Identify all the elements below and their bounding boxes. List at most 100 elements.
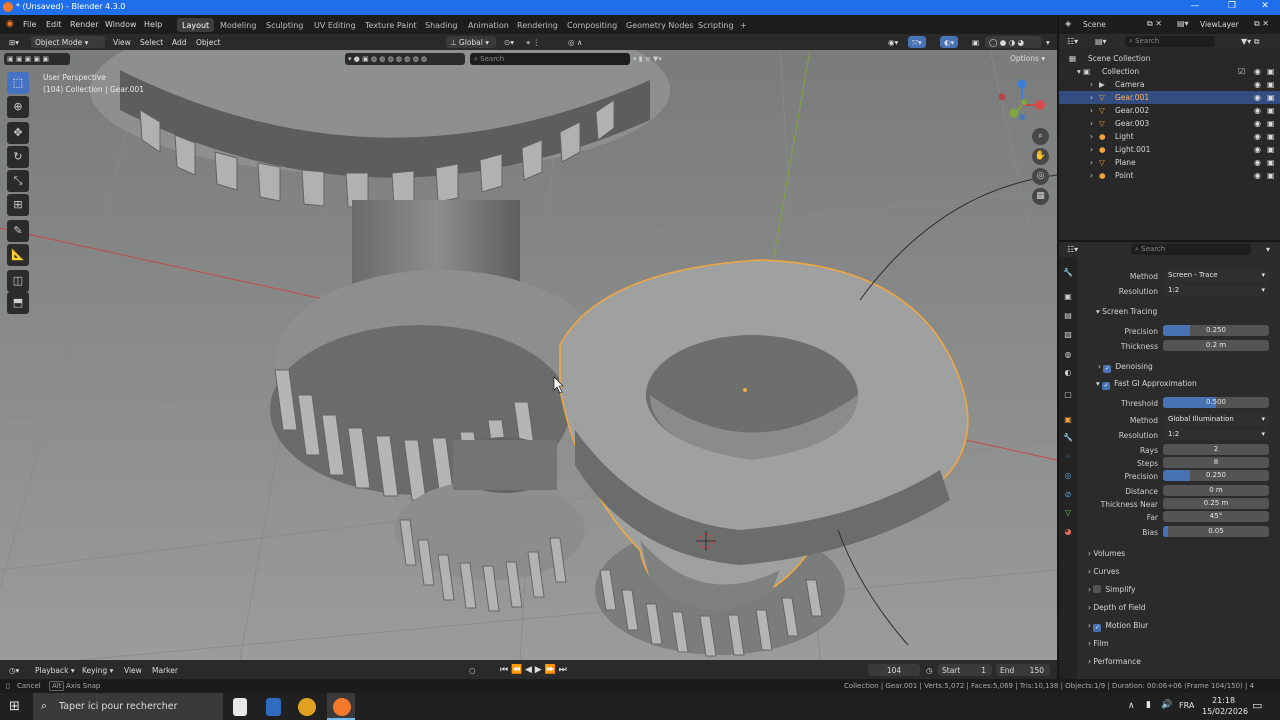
select-mode-buttons[interactable]: ▣ ▣ ▣ ▣ ▣: [4, 53, 70, 65]
view-layer-tab-icon[interactable]: ▨: [1062, 330, 1074, 342]
outliner-editor-icon[interactable]: ☷▾: [1067, 37, 1078, 46]
file-explorer-icon[interactable]: [233, 698, 247, 716]
expand-arrow-icon[interactable]: ›: [1090, 132, 1093, 141]
resolution-dropdown[interactable]: 1:2 ▾: [1163, 285, 1269, 296]
start-frame-field[interactable]: Start 1: [938, 664, 992, 676]
menu-window[interactable]: Window: [105, 20, 137, 29]
collection-tab-icon[interactable]: ▢: [1062, 390, 1074, 402]
precision-slider[interactable]: 0.250: [1163, 325, 1269, 336]
blender-task-button[interactable]: [327, 693, 355, 720]
render-camera-icon[interactable]: ▣: [1267, 80, 1275, 89]
depth-of-field-section[interactable]: › Depth of Field: [1088, 603, 1146, 612]
filter-icon[interactable]: ▼▾ ⧉: [1241, 37, 1259, 47]
data-tab-icon[interactable]: ▽: [1062, 508, 1074, 520]
render-camera-icon[interactable]: ▣: [1267, 132, 1275, 141]
minimize-button[interactable]: —: [1184, 1, 1206, 11]
tab-animation[interactable]: Animation: [463, 18, 514, 32]
tab-shading[interactable]: Shading: [420, 18, 463, 32]
outliner-row-gear002[interactable]: › ▽ Gear.002 ◉ ▣: [1059, 104, 1280, 117]
menu-marker[interactable]: Marker: [148, 664, 182, 676]
cursor-icon[interactable]: ⊕: [7, 96, 29, 118]
visibility-eye-icon[interactable]: ◉: [1254, 171, 1261, 180]
collection-expand-icon[interactable]: ▾ ▣: [1077, 67, 1090, 76]
expand-arrow-icon[interactable]: ›: [1090, 93, 1093, 102]
editor-type-icon[interactable]: ⊞▾: [5, 36, 23, 48]
physics-tab-icon[interactable]: ◎: [1062, 471, 1074, 483]
current-frame-field[interactable]: 104: [868, 664, 920, 676]
expand-arrow-icon[interactable]: ›: [1090, 171, 1093, 180]
outliner-row-point[interactable]: › ● Point ◉ ▣: [1059, 169, 1280, 182]
outliner-row-gear001[interactable]: › ▽ Gear.001 ◉ ▣: [1059, 91, 1280, 104]
motion-blur-checkbox[interactable]: ✓: [1093, 624, 1102, 632]
menu-add[interactable]: Add: [168, 36, 191, 48]
scale-icon[interactable]: ⤡: [7, 170, 29, 192]
calculator-icon[interactable]: [266, 698, 281, 716]
tab-geometry-nodes[interactable]: Geometry Nodes: [621, 18, 698, 32]
outliner-row-light[interactable]: › ● Light ◉ ▣: [1059, 130, 1280, 143]
outliner-row-light001[interactable]: › ● Light.001 ◉ ▣: [1059, 143, 1280, 156]
thickness-field[interactable]: 0.2 m: [1163, 340, 1269, 351]
menu-help[interactable]: Help: [144, 20, 162, 29]
tab-layout[interactable]: Layout: [177, 18, 215, 32]
overlay-toggle-icon[interactable]: ◐▾: [940, 36, 959, 48]
options-button[interactable]: Options ▾: [1010, 53, 1045, 65]
pivot-icon[interactable]: ⊙▾: [500, 36, 518, 48]
far-field[interactable]: 45°: [1163, 511, 1269, 522]
motion-blur-section[interactable]: › ✓ Motion Blur: [1088, 621, 1148, 632]
menu-render[interactable]: Render: [70, 20, 98, 29]
filter-icons[interactable]: ▾ ▮ ≡ ▼▾: [633, 53, 699, 65]
viewlayer-new-icon[interactable]: ⧉ ✕: [1254, 19, 1269, 29]
rotate-icon[interactable]: ↻: [7, 146, 29, 168]
outliner-search-input[interactable]: ⌕ Search: [1125, 36, 1215, 47]
measure-icon[interactable]: 📐: [7, 244, 29, 266]
tab-rendering[interactable]: Rendering: [512, 18, 563, 32]
taskbar-time[interactable]: 21:18: [1212, 696, 1235, 705]
render-camera-icon[interactable]: ▣: [1267, 106, 1275, 115]
gi-method-dropdown[interactable]: Global Illumination ▾: [1163, 414, 1269, 425]
visibility-eye-icon[interactable]: ◉: [1254, 106, 1261, 115]
timeline-editor-icon[interactable]: ◷▾: [5, 664, 23, 676]
close-button[interactable]: ✕: [1254, 1, 1276, 11]
xray-icon[interactable]: ▣: [968, 36, 983, 48]
simplify-section[interactable]: › Simplify: [1088, 585, 1135, 594]
world-tab-icon[interactable]: ◐: [1062, 368, 1074, 380]
visibility-icon[interactable]: ◉▾: [884, 36, 902, 48]
scene-icon[interactable]: ◈: [1065, 19, 1071, 28]
display-mode-icon[interactable]: ▤▾: [1095, 37, 1107, 46]
outliner-row-gear003[interactable]: › ▽ Gear.003 ◉ ▣: [1059, 117, 1280, 130]
usb-icon[interactable]: ▮: [1146, 700, 1151, 710]
viewport-search-input[interactable]: ⌕ Search: [470, 53, 630, 65]
shading-dropdown-icon[interactable]: ▾: [1042, 36, 1054, 48]
move-icon[interactable]: ✥: [7, 122, 29, 144]
language-indicator[interactable]: FRA: [1179, 701, 1194, 710]
asset-shelf-icons[interactable]: ▾ ● ▣ ◍ ◍ ◍ ◍ ◍ ◍ ◍: [345, 53, 465, 65]
particles-tab-icon[interactable]: ⁘: [1062, 452, 1074, 464]
mode-selector[interactable]: Object Mode ▾: [31, 36, 105, 48]
expand-arrow-icon[interactable]: ›: [1090, 80, 1093, 89]
transform-orientation[interactable]: ⊥ Global ▾: [446, 36, 496, 48]
gizmo-toggle-icon[interactable]: ⤧▾: [908, 36, 926, 48]
windows-start-icon[interactable]: ⊞: [9, 699, 20, 714]
volume-icon[interactable]: 🔊: [1161, 700, 1172, 710]
thickness-near-field[interactable]: 0.25 m: [1163, 498, 1269, 509]
select-box-icon[interactable]: ⬚: [7, 72, 29, 94]
add-cube-icon[interactable]: ◫: [7, 270, 29, 292]
fast-gi-checkbox[interactable]: ✓: [1102, 382, 1111, 390]
menu-keying[interactable]: Keying ▾: [78, 664, 117, 676]
scene-new-icon[interactable]: ⧉ ✕: [1147, 19, 1162, 29]
tab-texture-paint[interactable]: Texture Paint: [360, 18, 422, 32]
expand-arrow-icon[interactable]: ›: [1090, 158, 1093, 167]
viewlayer-name[interactable]: ViewLayer: [1200, 20, 1239, 29]
menu-select[interactable]: Select: [136, 36, 167, 48]
playback-controls[interactable]: ⏮ ⏪ ◀ ▶ ⏩ ⏭: [496, 663, 571, 675]
render-camera-icon[interactable]: ▣: [1267, 145, 1275, 154]
menu-file[interactable]: File: [23, 20, 36, 29]
modifiers-tab-icon[interactable]: 🔧: [1062, 433, 1074, 445]
performance-section[interactable]: › Performance: [1088, 657, 1141, 666]
scene-collection-row[interactable]: ▦ Scene Collection: [1059, 52, 1280, 65]
expand-arrow-icon[interactable]: ›: [1090, 119, 1093, 128]
menu-object[interactable]: Object: [192, 36, 224, 48]
tab-modeling[interactable]: Modeling: [215, 18, 261, 32]
ortho-grid-icon[interactable]: ▦: [1032, 188, 1049, 205]
tab-scripting[interactable]: Scripting: [693, 18, 739, 32]
